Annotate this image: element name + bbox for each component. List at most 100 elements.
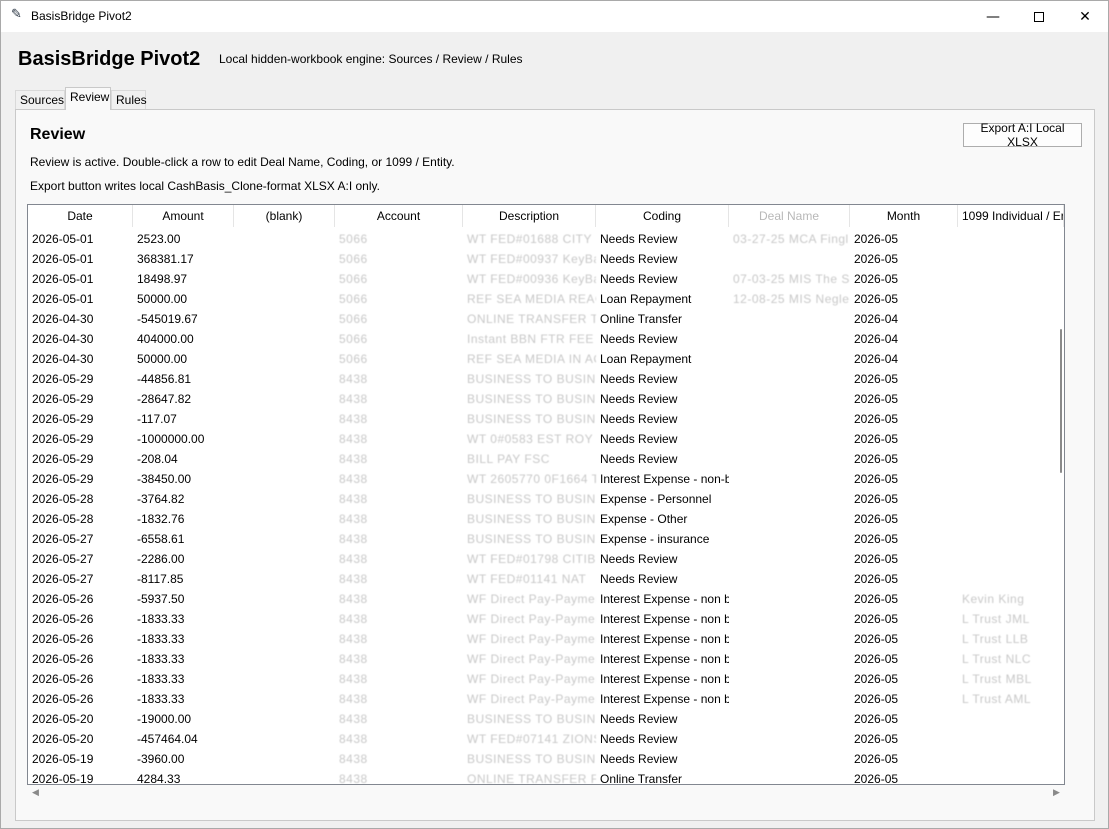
- cell-description: WF Direct Pay-Payment: [467, 652, 596, 666]
- table-row[interactable]: 2026-05-29 -28647.82 8438 BUSINESS TO BUSIN…: [28, 389, 1064, 409]
- table-row[interactable]: 2026-05-28 -3764.82 8438 BUSINESS TO BUSIN E…: [28, 489, 1064, 509]
- cell-account: 8438: [339, 372, 368, 386]
- column-header-date[interactable]: Date: [28, 205, 133, 227]
- table-row[interactable]: 2026-05-26 -1833.33 8438 WF Direct Pay-Paym…: [28, 629, 1064, 649]
- table-row[interactable]: 2026-05-01 18498.97 5066 WT FED#00936 KeyBa…: [28, 269, 1064, 289]
- cell-date: 2026-05-29: [32, 452, 94, 466]
- cell-date: 2026-05-01: [32, 232, 94, 246]
- cell-deal-name: [729, 549, 850, 569]
- cell-month: 2026-05: [854, 592, 899, 606]
- cell-amount: -1833.33: [137, 652, 185, 666]
- cell-description: ONLINE TRANSFER FRO: [467, 772, 596, 785]
- cell-date: 2026-05-01: [32, 252, 94, 266]
- cell-description: Instant BBN FTR FEE 2: [467, 332, 596, 346]
- cell-deal-name: [729, 489, 850, 509]
- cell-1099-entity: [958, 289, 1064, 309]
- column-header-amount[interactable]: Amount: [133, 205, 234, 227]
- cell-month: 2026-05: [854, 672, 899, 686]
- table-row[interactable]: 2026-05-01 2523.00 5066 WT FED#01688 CITY N…: [28, 229, 1064, 249]
- app-subtitle: Local hidden-workbook engine: Sources / …: [219, 52, 523, 66]
- cell-date: 2026-04-30: [32, 332, 94, 346]
- column-header-coding[interactable]: Coding: [596, 205, 729, 227]
- column-header-month[interactable]: Month: [850, 205, 958, 227]
- cell-deal-name: [729, 509, 850, 529]
- table-row[interactable]: 2026-04-30 -545019.67 5066 ONLINE TRANSFER …: [28, 309, 1064, 329]
- table-row[interactable]: 2026-05-27 -8117.85 8438 WT FED#01141 NAT Ne…: [28, 569, 1064, 589]
- table-row[interactable]: 2026-05-27 -6558.61 8438 BUSINESS TO BUSIN E…: [28, 529, 1064, 549]
- cell-date: 2026-05-29: [32, 432, 94, 446]
- cell-deal-name: 03-27-25 MCA Fingl: [733, 232, 849, 246]
- tab-review[interactable]: Review: [65, 87, 111, 110]
- cell-month: 2026-05: [854, 512, 899, 526]
- cell-month: 2026-05: [854, 572, 899, 586]
- cell-coding: Needs Review: [600, 572, 678, 586]
- cell-month: 2026-05: [854, 772, 899, 785]
- export-xlsx-button[interactable]: Export A:I Local XLSX: [963, 121, 1082, 149]
- vertical-scrollbar[interactable]: [1057, 329, 1065, 475]
- table-row[interactable]: 2026-05-26 -1833.33 8438 WF Direct Pay-Paym…: [28, 669, 1064, 689]
- table-row[interactable]: 2026-05-26 -1833.33 8438 WF Direct Pay-Paym…: [28, 689, 1064, 709]
- tab-rules[interactable]: Rules: [111, 90, 147, 109]
- cell-1099-entity: L Trust LLB: [962, 632, 1029, 646]
- close-button[interactable]: ✕: [1062, 1, 1108, 32]
- cell-description: WT FED#01798 CITIBAN: [467, 552, 596, 566]
- cell-description: WF Direct Pay-Payment: [467, 612, 596, 626]
- cell-description: WT FED#01688 CITY NA: [467, 232, 596, 246]
- table-row[interactable]: 2026-05-26 -5937.50 8438 WF Direct Pay-Paym…: [28, 589, 1064, 609]
- cell-account: 5066: [339, 252, 368, 266]
- review-table[interactable]: Date Amount (blank) Account Description …: [27, 204, 1065, 785]
- cell-deal-name: [729, 609, 850, 629]
- column-header-blank[interactable]: (blank): [234, 205, 335, 227]
- table-row[interactable]: 2026-05-26 -1833.33 8438 WF Direct Pay-Paym…: [28, 649, 1064, 669]
- table-row[interactable]: 2026-05-20 -457464.04 8438 WT FED#07141 ZIO…: [28, 729, 1064, 749]
- cell-1099-entity: [958, 529, 1064, 549]
- cell-deal-name: [729, 429, 850, 449]
- scrollbar-thumb[interactable]: [1060, 329, 1062, 473]
- table-row[interactable]: 2026-04-30 404000.00 5066 Instant BBN FTR F…: [28, 329, 1064, 349]
- table-row[interactable]: 2026-05-28 -1832.76 8438 BUSINESS TO BUSIN E…: [28, 509, 1064, 529]
- cell-amount: 4284.33: [137, 772, 181, 785]
- column-header-deal-name[interactable]: Deal Name: [729, 205, 850, 227]
- cell-coding: Interest Expense - non-b: [600, 472, 729, 486]
- minimize-button[interactable]: —: [970, 1, 1016, 32]
- cell-date: 2026-05-29: [32, 372, 94, 386]
- table-row[interactable]: 2026-04-30 50000.00 5066 REF SEA MEDIA IN A…: [28, 349, 1064, 369]
- cell-coding: Needs Review: [600, 432, 678, 446]
- cell-account: 8438: [339, 512, 368, 526]
- table-row[interactable]: 2026-05-26 -1833.33 8438 WF Direct Pay-Paym…: [28, 609, 1064, 629]
- tab-sources[interactable]: Sources: [15, 90, 65, 109]
- cell-deal-name: [729, 769, 850, 784]
- table-row[interactable]: 2026-05-29 -44856.81 8438 BUSINESS TO BUSIN…: [28, 369, 1064, 389]
- table-row[interactable]: 2026-05-01 368381.17 5066 WT FED#00937 KeyB…: [28, 249, 1064, 269]
- table-row[interactable]: 2026-05-29 -208.04 8438 BILL PAY FSC Needs R…: [28, 449, 1064, 469]
- table-row[interactable]: 2026-05-20 -19000.00 8438 BUSINESS TO BUSIN…: [28, 709, 1064, 729]
- cell-description: BUSINESS TO BUSINESS: [467, 492, 596, 506]
- cell-1099-entity: [958, 569, 1064, 589]
- column-header-1099-entity[interactable]: 1099 Individual / Er: [958, 205, 1064, 227]
- table-row[interactable]: 2026-05-19 -3960.00 8438 BUSINESS TO BUSINE…: [28, 749, 1064, 769]
- cell-1099-entity: Kevin King: [962, 592, 1025, 606]
- cell-account: 8438: [339, 772, 368, 785]
- cell-month: 2026-05: [854, 372, 899, 386]
- cell-1099-entity: [958, 249, 1064, 269]
- cell-deal-name: [729, 589, 850, 609]
- table-row[interactable]: 2026-05-27 -2286.00 8438 WT FED#01798 CITIB…: [28, 549, 1064, 569]
- maximize-button[interactable]: [1016, 1, 1062, 32]
- column-header-account[interactable]: Account: [335, 205, 463, 227]
- cell-deal-name: 12-08-25 MIS Neglec: [733, 292, 850, 306]
- cell-month: 2026-05: [854, 612, 899, 626]
- scroll-left-arrow-icon[interactable]: ◀: [32, 788, 39, 798]
- column-header-description[interactable]: Description: [463, 205, 596, 227]
- cell-description: WF Direct Pay-Payment: [467, 672, 596, 686]
- table-row[interactable]: 2026-05-19 4284.33 8438 ONLINE TRANSFER FRO…: [28, 769, 1064, 785]
- cell-coding: Interest Expense - non b: [600, 672, 729, 686]
- table-row[interactable]: 2026-05-29 -117.07 8438 BUSINESS TO BUSINES…: [28, 409, 1064, 429]
- scroll-right-arrow-icon[interactable]: ▶: [1053, 788, 1060, 798]
- table-row[interactable]: 2026-05-29 -38450.00 8438 WT 2605770 0F1664…: [28, 469, 1064, 489]
- cell-month: 2026-04: [854, 352, 899, 366]
- table-row[interactable]: 2026-05-29 -1000000.00 8438 WT 0#0583 EST R…: [28, 429, 1064, 449]
- cell-date: 2026-04-30: [32, 312, 94, 326]
- cell-deal-name: [729, 469, 850, 489]
- cell-month: 2026-05: [854, 712, 899, 726]
- table-row[interactable]: 2026-05-01 50000.00 5066 REF SEA MEDIA REAC…: [28, 289, 1064, 309]
